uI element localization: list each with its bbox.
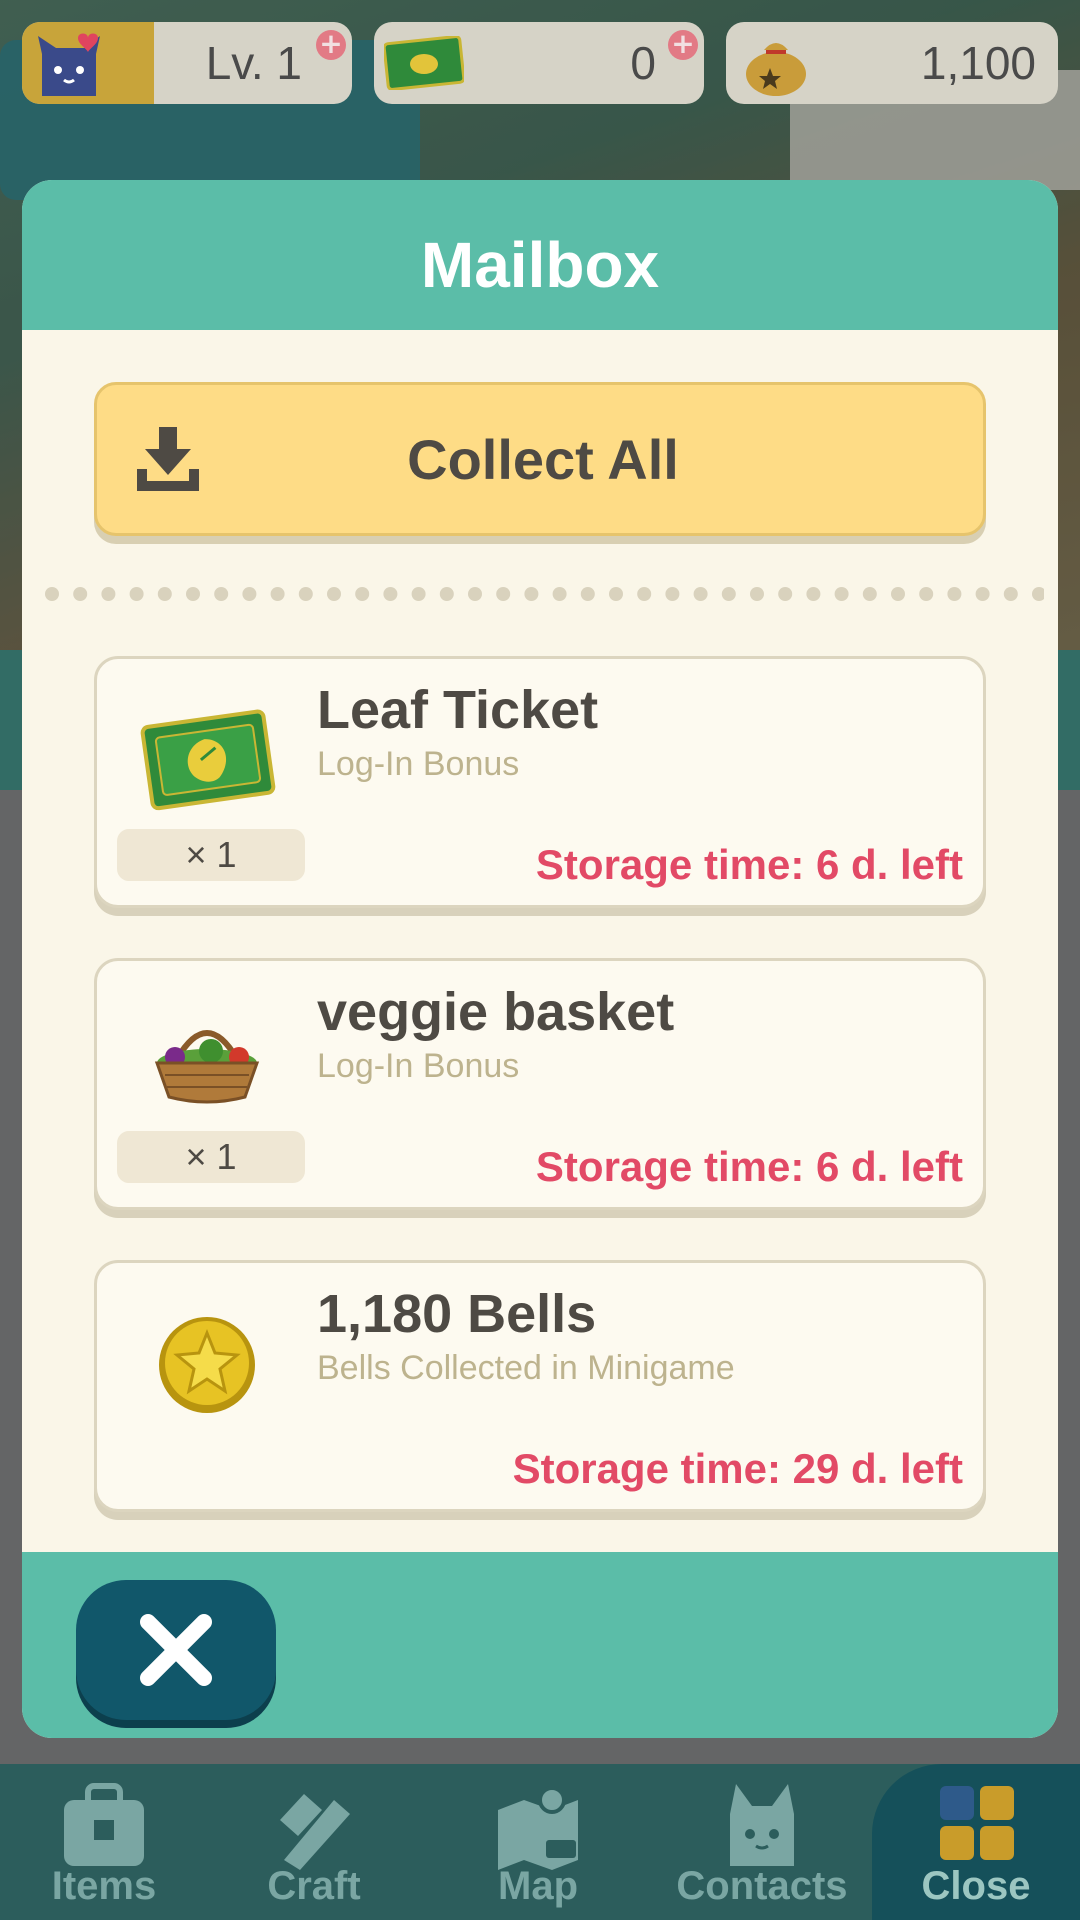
cat-avatar-icon [38, 33, 100, 96]
nav-contacts-label: Contacts [676, 1864, 848, 1908]
bell-bag-icon [746, 43, 806, 96]
bag-icon [64, 1783, 144, 1866]
item-source: Log-In Bonus [317, 1047, 520, 1085]
add-leaf-tickets-icon[interactable]: + [668, 30, 698, 60]
divider-dot [383, 587, 398, 601]
divider-dot [439, 587, 454, 601]
storage-time: Storage time: 6 d. left [535, 1143, 963, 1190]
item-source: Bells Collected in Minigame [317, 1349, 735, 1387]
divider-dot [214, 587, 229, 601]
bottom-navigation: Items Craft Map Contacts Close [0, 1764, 1080, 1920]
divider-dot [524, 587, 539, 601]
divider-dot [186, 587, 200, 601]
dotted-divider [45, 587, 1044, 601]
nav-close-label: Close [921, 1864, 1031, 1908]
divider-dot [1032, 587, 1044, 601]
bell-coin-icon [159, 1317, 255, 1413]
divider-dot [355, 587, 370, 601]
divider-dot [73, 587, 88, 601]
divider-dot [327, 587, 341, 601]
mail-item-bells[interactable]: 1,180 Bells Bells Collected in Minigame … [94, 1260, 986, 1512]
storage-time: Storage time: 29 d. left [512, 1445, 963, 1492]
nav-map[interactable]: Map [438, 1764, 638, 1920]
divider-dot [298, 587, 313, 601]
storage-time: Storage time: 6 d. left [535, 841, 963, 888]
divider-dot [721, 587, 736, 601]
mail-item-veggie-basket[interactable]: veggie basket Log-In Bonus × 1 Storage t… [94, 958, 986, 1210]
item-name: veggie basket [317, 982, 675, 1042]
divider-dot [947, 587, 962, 601]
veggie-basket-icon [154, 1030, 260, 1104]
divider-dot [496, 587, 511, 601]
mailbox-dialog: Mailbox Collect All Leaf Ticket Log-In B… [22, 180, 1058, 1738]
divider-dot [693, 587, 708, 601]
nav-items-label: Items [51, 1864, 157, 1908]
item-quantity: × 1 [117, 829, 305, 881]
divider-dot [1003, 587, 1018, 601]
map-icon [498, 1786, 578, 1870]
item-name: Leaf Ticket [317, 680, 599, 740]
item-source: Log-In Bonus [317, 745, 520, 783]
level-zoom-icon[interactable]: + [316, 30, 346, 60]
divider-dot [411, 587, 426, 601]
nav-map-label: Map [498, 1864, 578, 1908]
divider-dot [806, 587, 821, 601]
divider-dot [157, 587, 172, 601]
divider-dot [552, 587, 567, 601]
bells-counter: 1,100 [726, 22, 1058, 104]
divider-dot [919, 587, 934, 601]
bells-count: 1,100 [920, 37, 1036, 89]
divider-dot [637, 587, 652, 601]
divider-dot [750, 587, 764, 601]
divider-dot [129, 587, 144, 601]
divider-dot [242, 587, 257, 601]
collect-all-label: Collect All [407, 428, 679, 491]
divider-dot [101, 587, 116, 601]
divider-dot [609, 587, 623, 601]
divider-dot [975, 587, 990, 601]
leaf-ticket-icon [140, 709, 276, 811]
divider-dot [580, 587, 595, 601]
level-indicator[interactable]: Lv. 1 + [22, 22, 352, 104]
nav-craft[interactable]: Craft [214, 1764, 414, 1920]
leaf-ticket-icon [384, 36, 464, 90]
collect-all-button[interactable]: Collect All [94, 382, 986, 536]
dialog-title: Mailbox [420, 229, 660, 301]
nav-contacts[interactable]: Contacts [662, 1764, 862, 1920]
divider-dot [862, 587, 877, 601]
divider-dot [891, 587, 905, 601]
mail-item-leaf-ticket[interactable]: Leaf Ticket Log-In Bonus × 1 Storage tim… [94, 656, 986, 908]
nav-craft-label: Craft [267, 1864, 361, 1908]
divider-dot [45, 587, 59, 601]
divider-dot [270, 587, 285, 601]
close-icon [140, 1614, 212, 1686]
cat-face-icon [730, 1784, 794, 1866]
item-name: 1,180 Bells [317, 1284, 597, 1344]
level-text: Lv. 1 [205, 37, 302, 89]
nav-close[interactable]: Close [872, 1764, 1080, 1920]
nav-items[interactable]: Items [4, 1764, 204, 1920]
item-quantity: × 1 [117, 1131, 305, 1183]
avatar [22, 22, 154, 104]
divider-dot [468, 587, 482, 601]
leaf-ticket-count: 0 [630, 37, 656, 89]
hammer-saw-icon [280, 1794, 350, 1870]
grid-menu-icon [940, 1786, 1014, 1860]
divider-dot [665, 587, 680, 601]
divider-dot [834, 587, 849, 601]
divider-dot [778, 587, 793, 601]
leaf-ticket-counter[interactable]: 0 + [374, 22, 704, 104]
close-dialog-button[interactable] [76, 1580, 276, 1720]
